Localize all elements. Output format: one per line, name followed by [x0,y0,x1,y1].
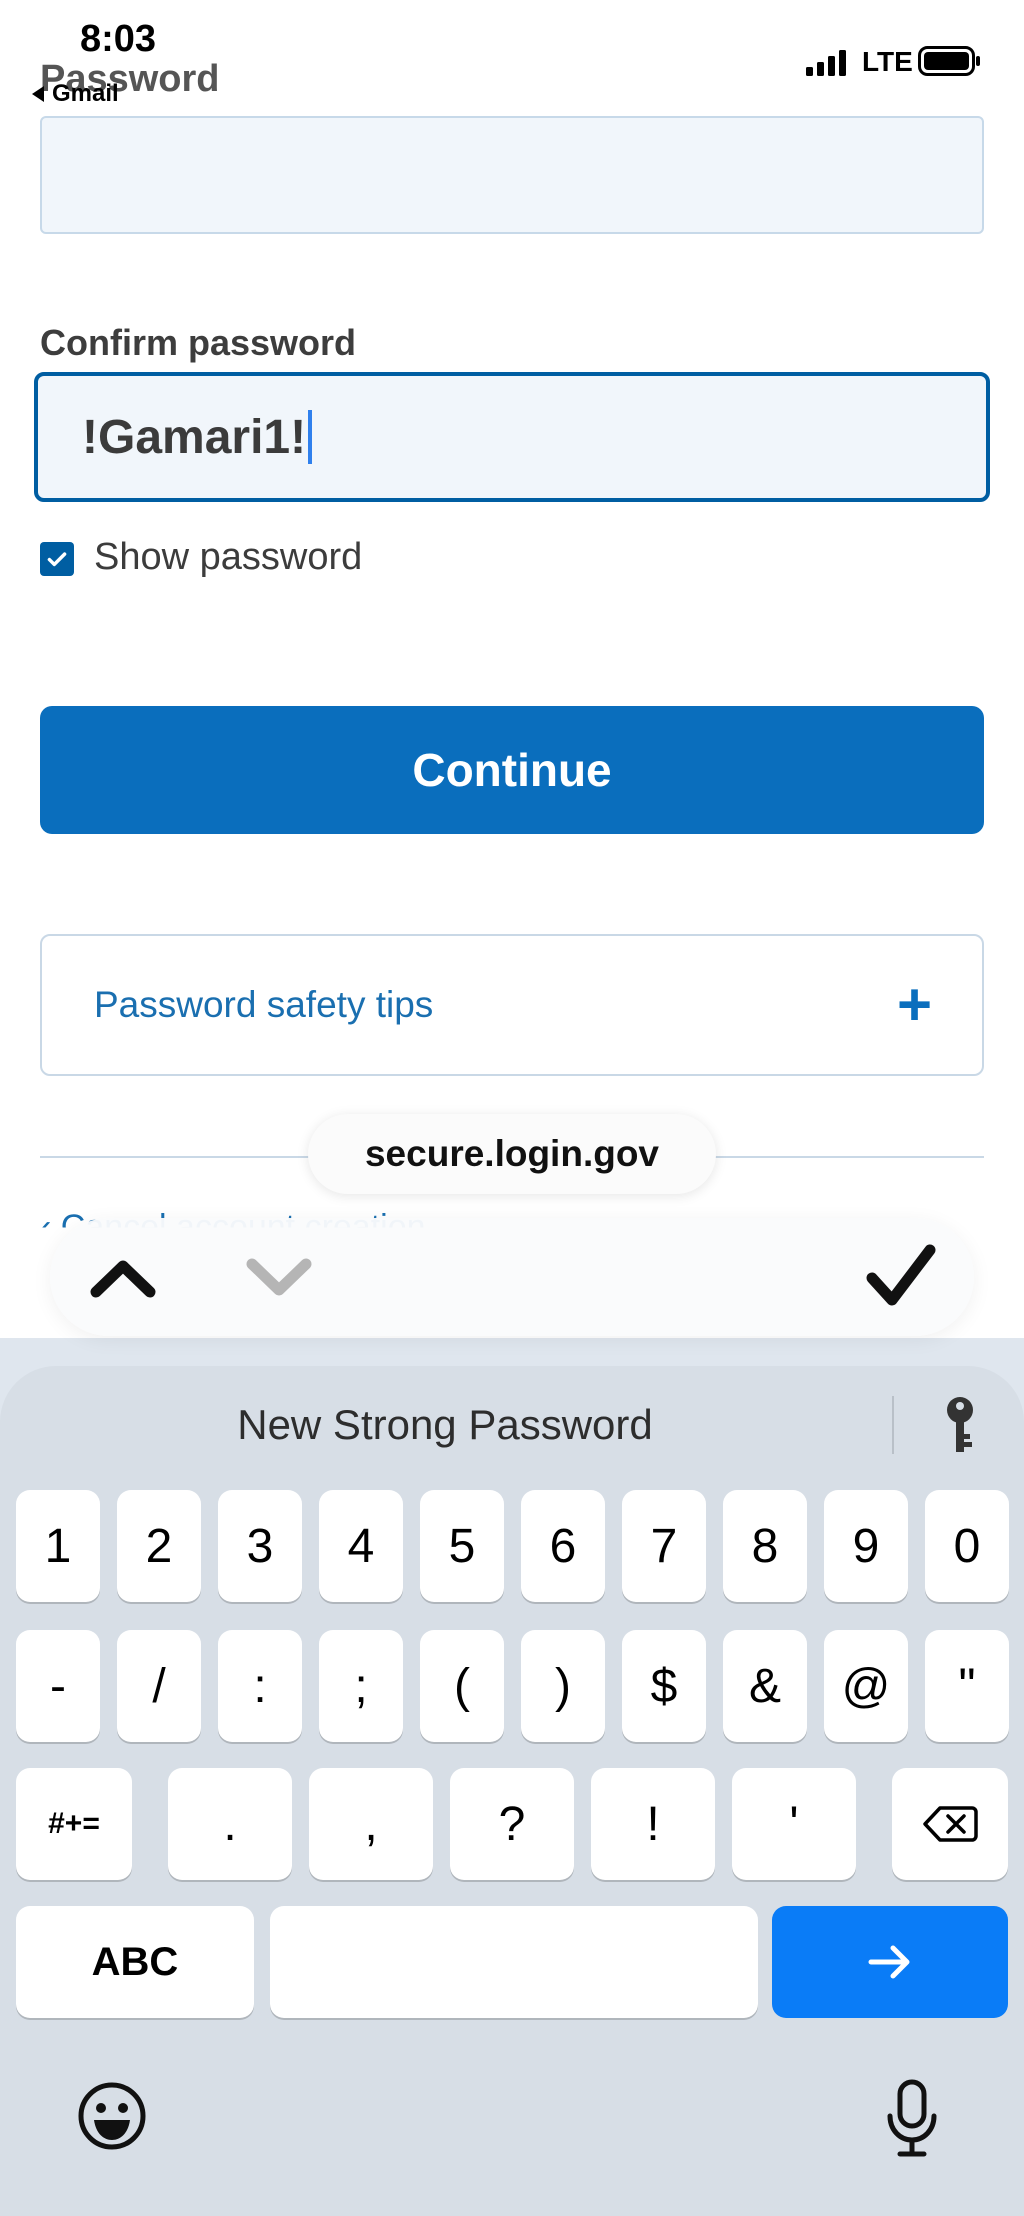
key-icon[interactable] [944,1396,976,1456]
key-period[interactable]: . [168,1768,292,1880]
url-bar[interactable]: secure.login.gov [308,1114,716,1194]
suggestion-divider [892,1396,894,1454]
key-comma[interactable]: , [309,1768,433,1880]
done-checkmark-icon[interactable] [866,1244,936,1310]
key-6[interactable]: 6 [521,1490,605,1602]
key-hyphen[interactable]: - [16,1630,100,1742]
confirm-password-input[interactable]: !Gamari1! [34,372,990,502]
plus-icon: + [896,971,932,1038]
form-accessory-bar [50,1218,974,1336]
arrow-right-icon [868,1945,910,1979]
emoji-icon[interactable] [76,2080,148,2152]
key-5[interactable]: 5 [420,1490,504,1602]
key-quote[interactable]: " [925,1630,1009,1742]
key-3[interactable]: 3 [218,1490,302,1602]
key-2[interactable]: 2 [117,1490,201,1602]
key-question[interactable]: ? [450,1768,574,1880]
continue-button[interactable]: Continue [40,706,984,834]
key-apostrophe[interactable]: ' [732,1768,856,1880]
cellular-signal-icon [806,50,846,76]
key-1[interactable]: 1 [16,1490,100,1602]
next-field-chevron-down-icon[interactable] [244,1252,314,1302]
key-ampersand[interactable]: & [723,1630,807,1742]
password-safety-tips-accordion[interactable]: Password safety tips + [40,934,984,1076]
key-colon[interactable]: : [218,1630,302,1742]
safety-tips-label: Password safety tips [94,984,434,1025]
key-4[interactable]: 4 [319,1490,403,1602]
key-8[interactable]: 8 [723,1490,807,1602]
previous-field-chevron-up-icon[interactable] [88,1252,158,1302]
key-more-symbols[interactable]: #+= [16,1768,132,1880]
key-abc[interactable]: ABC [16,1906,254,2018]
text-caret [308,410,313,464]
confirm-password-label: Confirm password [40,322,357,363]
password-input[interactable] [40,116,984,234]
key-0[interactable]: 0 [925,1490,1009,1602]
key-9[interactable]: 9 [824,1490,908,1602]
confirm-password-value: !Gamari1! [82,410,307,464]
key-slash[interactable]: / [117,1630,201,1742]
key-open-paren[interactable]: ( [420,1630,504,1742]
back-to-app-button[interactable]: Gmail [30,80,119,108]
checkmark-icon [47,552,67,567]
space-key[interactable] [270,1906,758,2018]
password-suggestion[interactable]: New Strong Password [0,1390,890,1460]
key-dollar[interactable]: $ [622,1630,706,1742]
status-time: 8:03 [80,18,157,60]
go-key[interactable] [772,1906,1008,2018]
back-triangle-icon [32,86,44,102]
key-close-paren[interactable]: ) [521,1630,605,1742]
microphone-icon[interactable] [884,2078,940,2158]
show-password-checkbox[interactable] [40,542,74,576]
key-exclamation[interactable]: ! [591,1768,715,1880]
back-app-label: Gmail [52,80,119,107]
key-7[interactable]: 7 [622,1490,706,1602]
battery-icon [918,46,980,76]
network-type: LTE [862,46,913,77]
key-semicolon[interactable]: ; [319,1630,403,1742]
backspace-icon [923,1806,978,1842]
key-at[interactable]: @ [824,1630,908,1742]
delete-key[interactable] [892,1768,1008,1880]
show-password-label[interactable]: Show password [94,536,362,579]
